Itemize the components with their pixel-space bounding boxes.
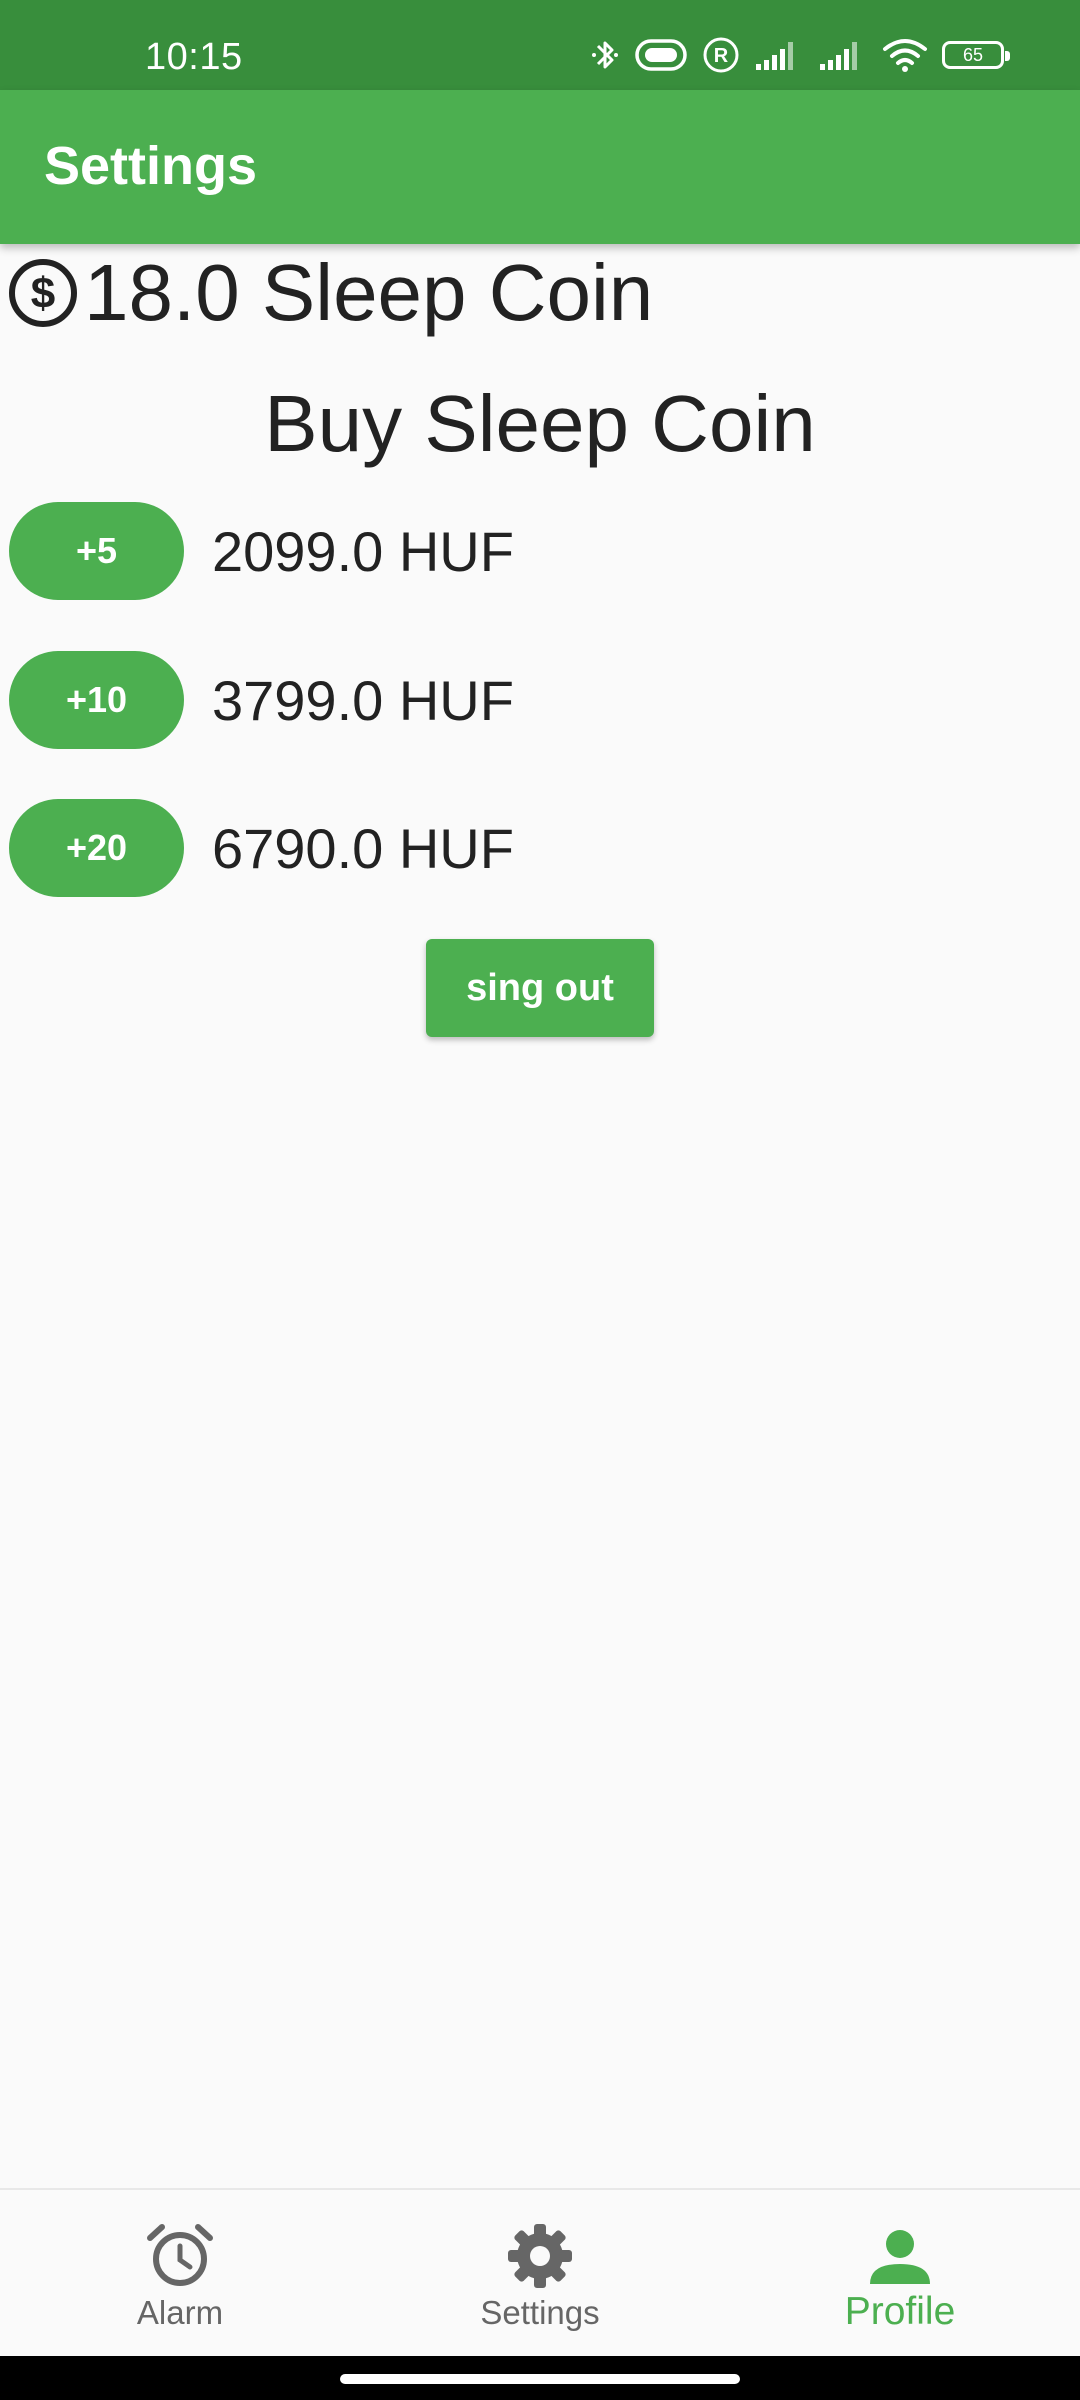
nav-item-alarm[interactable]: Alarm: [0, 2190, 360, 2358]
signal-icon: [756, 42, 793, 70]
svg-text:$: $: [31, 269, 55, 318]
buy-20-coins-button[interactable]: +20: [9, 799, 184, 897]
home-indicator[interactable]: [340, 2374, 740, 2384]
roaming-icon: R: [703, 37, 739, 73]
coin-pack-row: +10 3799.0 HUF: [9, 651, 514, 749]
battery-icon: 65: [942, 41, 1010, 69]
nav-item-settings[interactable]: Settings: [360, 2190, 720, 2358]
coin-balance: $ 18.0 Sleep Coin: [6, 248, 653, 338]
pack-price: 3799.0 HUF: [212, 668, 514, 732]
pack-price: 2099.0 HUF: [212, 519, 514, 583]
buy-10-coins-button[interactable]: +10: [9, 651, 184, 749]
pack-price: 6790.0 HUF: [212, 816, 514, 880]
alarm-clock-icon: [147, 2224, 213, 2286]
wifi-icon: [883, 39, 927, 72]
gear-icon: [508, 2224, 572, 2288]
sign-out-button[interactable]: sing out: [426, 939, 654, 1037]
nav-label: Settings: [480, 2294, 600, 2331]
gesture-bar: [0, 2356, 1080, 2400]
page-title: Settings: [44, 136, 258, 196]
signal-icon: [820, 42, 857, 70]
buy-5-coins-button[interactable]: +5: [9, 502, 184, 600]
buy-title: Buy Sleep Coin: [264, 379, 816, 468]
person-icon: [870, 2230, 930, 2284]
coin-pack-row: +5 2099.0 HUF: [9, 502, 514, 600]
nav-label: Alarm: [136, 2294, 224, 2331]
status-bar: 10:15 R 65: [0, 0, 1080, 90]
battery-level: 65: [962, 44, 984, 65]
dollar-circle-icon: $: [9, 259, 77, 327]
bluetooth-icon: [592, 41, 618, 69]
nav-label: Profile: [844, 2290, 956, 2333]
status-time: 10:15: [145, 36, 243, 78]
vibrate-icon: [635, 39, 687, 71]
balance-text: 18.0 Sleep Coin: [84, 248, 654, 337]
status-icons: R 65: [590, 36, 1010, 74]
app-bar: Settings: [0, 90, 1080, 244]
bottom-nav: Alarm Settings Profile: [0, 2188, 1080, 2358]
nav-item-profile[interactable]: Profile: [720, 2190, 1080, 2358]
svg-text:R: R: [714, 45, 729, 67]
coin-pack-row: +20 6790.0 HUF: [9, 799, 514, 897]
